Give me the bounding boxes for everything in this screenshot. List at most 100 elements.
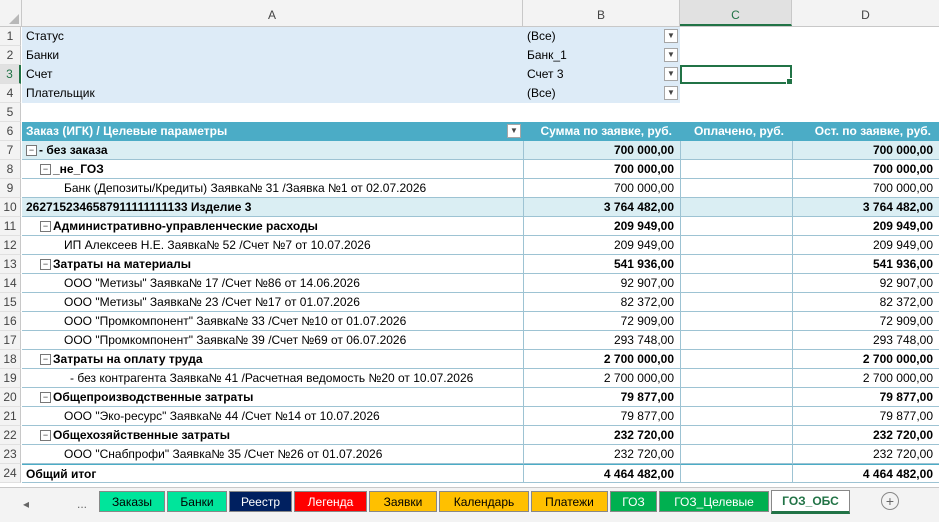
active-cell-c3[interactable]	[680, 65, 792, 84]
pivot-group-cell[interactable]: − Затраты на материалы	[22, 255, 523, 274]
remaining-cell[interactable]: 3 764 482,00	[792, 198, 939, 217]
remaining-cell[interactable]: 2 700 000,00	[792, 369, 939, 388]
pivot-item-cell[interactable]: ИП Алексеев Н.Е. Заявка№ 52 /Счет №7 от …	[22, 236, 523, 255]
row-number[interactable]: 24	[0, 464, 21, 483]
paid-cell[interactable]	[680, 331, 792, 350]
tab-goz[interactable]: ГОЗ	[610, 491, 657, 512]
pivot-row-label-header[interactable]: Заказ (ИГК) / Целевые параметры ▼	[22, 122, 523, 141]
paid-cell[interactable]	[680, 217, 792, 236]
pivot-group-cell[interactable]: − _не_ГОЗ	[22, 160, 523, 179]
sum-cell[interactable]: 541 936,00	[523, 255, 680, 274]
row-number[interactable]: 12	[0, 236, 21, 255]
paid-cell[interactable]	[680, 407, 792, 426]
sum-cell[interactable]: 79 877,00	[523, 407, 680, 426]
pivot-item-cell[interactable]: ООО "Метизы" Заявка№ 23 /Счет №17 от 01.…	[22, 293, 523, 312]
row-number[interactable]: 4	[0, 84, 21, 103]
pivot-item-cell[interactable]: ООО "Эко-ресурс" Заявка№ 44 /Счет №14 от…	[22, 407, 523, 426]
tab-zayavki[interactable]: Заявки	[369, 491, 437, 512]
paid-cell[interactable]	[680, 179, 792, 198]
row-number[interactable]: 11	[0, 217, 21, 236]
chevron-down-icon[interactable]: ▼	[664, 86, 678, 100]
remaining-cell[interactable]: 79 877,00	[792, 407, 939, 426]
sum-cell[interactable]: 700 000,00	[523, 160, 680, 179]
remaining-cell[interactable]: 700 000,00	[792, 141, 939, 160]
remaining-cell[interactable]: 209 949,00	[792, 217, 939, 236]
tab-legenda[interactable]: Легенда	[294, 491, 367, 512]
paid-cell[interactable]	[680, 312, 792, 331]
sum-cell[interactable]: 79 877,00	[523, 388, 680, 407]
column-header-b[interactable]: B	[523, 0, 680, 26]
sum-cell[interactable]: 700 000,00	[523, 179, 680, 198]
row-number[interactable]: 20	[0, 388, 21, 407]
paid-cell[interactable]	[680, 369, 792, 388]
filter-value[interactable]: (Все) ▼	[523, 84, 680, 103]
row-number[interactable]: 6	[0, 122, 21, 141]
select-all-button[interactable]	[0, 0, 22, 26]
column-header-a[interactable]: A	[22, 0, 523, 26]
row-number[interactable]: 21	[0, 407, 21, 426]
filter-icon[interactable]: ▼	[664, 67, 678, 81]
pivot-item-cell[interactable]: ООО "Промкомпонент" Заявка№ 33 /Счет №10…	[22, 312, 523, 331]
remaining-cell[interactable]: 700 000,00	[792, 179, 939, 198]
paid-cell[interactable]	[680, 350, 792, 369]
row-number[interactable]: 7	[0, 141, 21, 160]
scroll-tabs-left-icon[interactable]: ◂	[16, 494, 36, 514]
filter-value[interactable]: (Все) ▼	[523, 27, 680, 46]
paid-cell[interactable]	[680, 255, 792, 274]
row-number[interactable]: 5	[0, 103, 21, 122]
row-number[interactable]: 1	[0, 27, 21, 46]
tab-reestr[interactable]: Реестр	[229, 491, 292, 512]
sum-cell[interactable]: 700 000,00	[523, 141, 680, 160]
tab-goz-obs[interactable]: ГОЗ_ОБС	[771, 490, 850, 514]
tab-platezhi[interactable]: Платежи	[531, 491, 608, 512]
row-number[interactable]: 23	[0, 445, 21, 464]
chevron-down-icon[interactable]: ▼	[664, 29, 678, 43]
filter-icon[interactable]: ▼	[664, 48, 678, 62]
sum-cell[interactable]: 293 748,00	[523, 331, 680, 350]
remaining-cell[interactable]: 232 720,00	[792, 445, 939, 464]
collapse-icon[interactable]: −	[40, 259, 51, 271]
pivot-group-cell[interactable]: − Административно-управленческие расходы	[22, 217, 523, 236]
sum-cell[interactable]: 209 949,00	[523, 217, 680, 236]
row-number[interactable]: 3	[0, 65, 21, 84]
pivot-group-cell[interactable]: − Затраты на оплату труда	[22, 350, 523, 369]
paid-cell[interactable]	[680, 426, 792, 445]
row-number[interactable]: 10	[0, 198, 21, 217]
more-tabs-button[interactable]: ...	[72, 494, 92, 514]
row-number[interactable]: 13	[0, 255, 21, 274]
add-sheet-icon[interactable]: +	[881, 492, 899, 510]
filter-value[interactable]: Банк_1 ▼	[523, 46, 680, 65]
row-number[interactable]: 17	[0, 331, 21, 350]
filter-value[interactable]: Счет 3 ▼	[523, 65, 680, 84]
column-header-d[interactable]: D	[792, 0, 939, 26]
paid-cell[interactable]	[680, 236, 792, 255]
sum-cell[interactable]: 82 372,00	[523, 293, 680, 312]
chevron-down-icon[interactable]: ▼	[507, 124, 521, 138]
pivot-item-cell[interactable]: Банк (Депозиты/Кредиты) Заявка№ 31 /Заяв…	[22, 179, 523, 198]
sum-cell[interactable]: 4 464 482,00	[523, 464, 680, 483]
pivot-group-cell[interactable]: − Общехозяйственные затраты	[22, 426, 523, 445]
pivot-item-cell[interactable]: ООО "Снабпрофи" Заявка№ 35 /Счет №26 от …	[22, 445, 523, 464]
remaining-cell[interactable]: 82 372,00	[792, 293, 939, 312]
row-number[interactable]: 19	[0, 369, 21, 388]
remaining-cell[interactable]: 79 877,00	[792, 388, 939, 407]
sum-cell[interactable]: 72 909,00	[523, 312, 680, 331]
paid-cell[interactable]	[680, 445, 792, 464]
sum-cell[interactable]: 92 907,00	[523, 274, 680, 293]
remaining-cell[interactable]: 72 909,00	[792, 312, 939, 331]
remaining-cell[interactable]: 2 700 000,00	[792, 350, 939, 369]
collapse-icon[interactable]: −	[40, 354, 51, 366]
row-number[interactable]: 14	[0, 274, 21, 293]
pivot-item-cell[interactable]: - без контрагента Заявка№ 41 /Расчетная …	[22, 369, 523, 388]
remaining-cell[interactable]: 700 000,00	[792, 160, 939, 179]
remaining-cell[interactable]: 232 720,00	[792, 426, 939, 445]
sum-cell[interactable]: 2 700 000,00	[523, 369, 680, 388]
collapse-icon[interactable]: −	[40, 392, 51, 404]
remaining-cell[interactable]: 541 936,00	[792, 255, 939, 274]
collapse-icon[interactable]: −	[40, 430, 51, 442]
remaining-cell[interactable]: 209 949,00	[792, 236, 939, 255]
collapse-icon[interactable]: −	[40, 164, 51, 176]
paid-cell[interactable]	[680, 293, 792, 312]
tab-kalendar[interactable]: Календарь	[439, 491, 529, 512]
tab-banki[interactable]: Банки	[167, 491, 227, 512]
